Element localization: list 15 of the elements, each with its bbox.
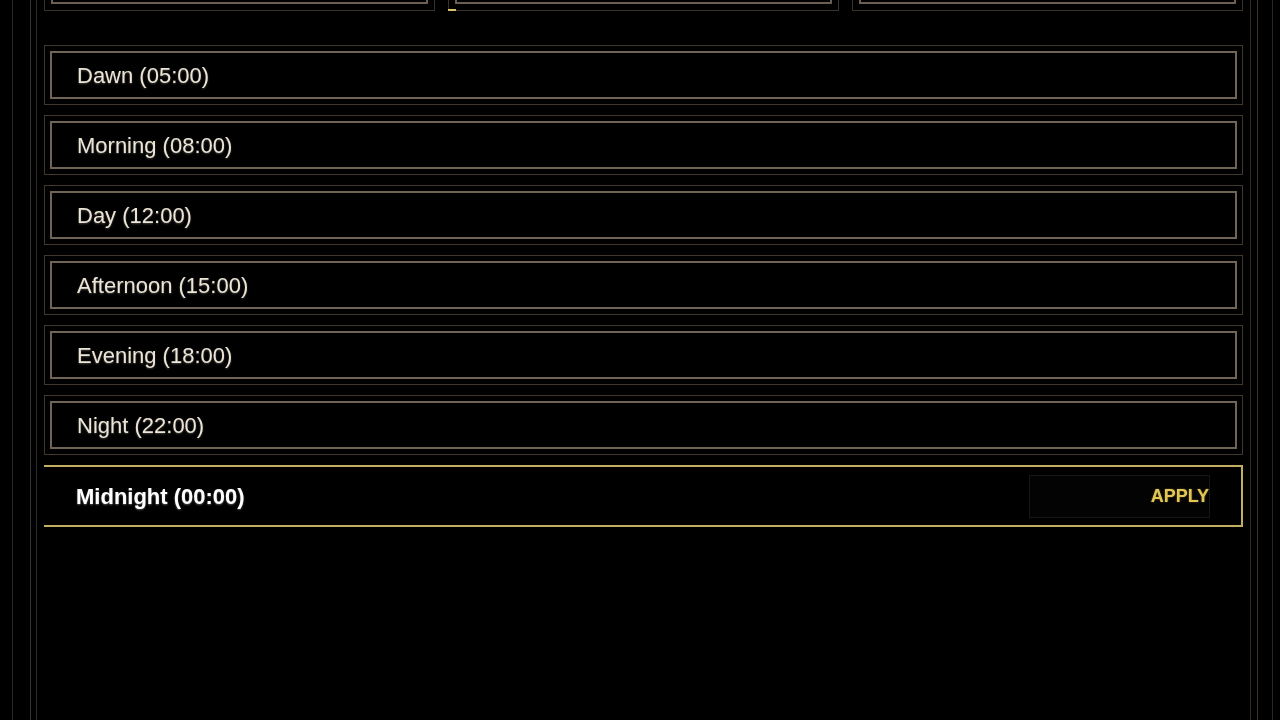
time-preset-row[interactable]: Afternoon (15:00) <box>44 255 1243 315</box>
time-preset-row[interactable]: Evening (18:00) <box>44 325 1243 385</box>
preset-label: Evening (18:00) <box>77 341 233 370</box>
time-preset-row[interactable]: Midnight (00:00) APPLY <box>44 465 1243 527</box>
preset-label: Dawn (05:00) <box>77 61 210 90</box>
preset-label: Night (22:00) <box>77 411 205 440</box>
preset-label: Morning (08:00) <box>77 131 233 160</box>
time-preset-row[interactable]: Dawn (05:00) <box>44 45 1243 105</box>
apply-button[interactable]: APPLY <box>1029 474 1210 518</box>
preset-label: Midnight (00:00) <box>76 482 245 511</box>
preset-label: Day (12:00) <box>77 201 192 230</box>
time-preset-row[interactable]: Night (22:00) <box>44 395 1243 455</box>
time-preset-row[interactable]: Day (12:00) <box>44 185 1243 245</box>
time-preset-row[interactable]: Morning (08:00) <box>44 115 1243 175</box>
preset-label: Afternoon (15:00) <box>77 271 249 300</box>
